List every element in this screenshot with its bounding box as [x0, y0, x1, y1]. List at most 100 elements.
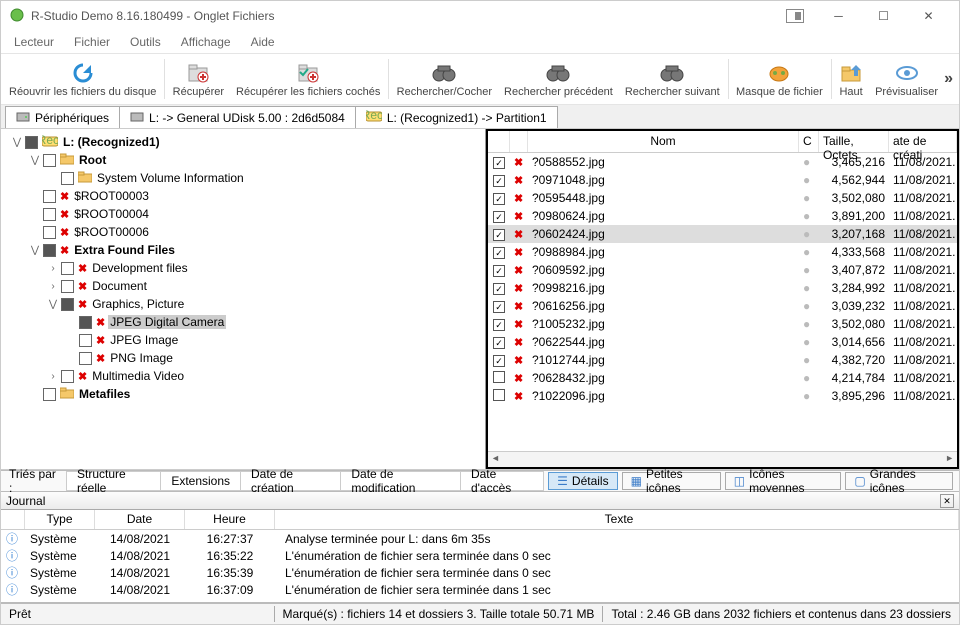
- tree-twisty[interactable]: ⋁: [27, 155, 43, 166]
- tree-checkbox[interactable]: [79, 316, 92, 329]
- menu-lecteur[interactable]: Lecteur: [4, 32, 64, 52]
- file-checkbox[interactable]: ✓: [493, 319, 505, 331]
- file-checkbox[interactable]: [493, 389, 505, 401]
- minimize-button[interactable]: ─: [816, 1, 861, 31]
- tree-node[interactable]: ✖$ROOT00006: [3, 223, 483, 241]
- panel-layout-icon[interactable]: [786, 9, 804, 23]
- file-checkbox[interactable]: ✓: [493, 193, 505, 205]
- file-row[interactable]: ✓✖?0971048.jpg●4,562,94411/08/2021.: [488, 171, 957, 189]
- tree-twisty[interactable]: ›: [45, 263, 61, 274]
- tree-node[interactable]: ✖JPEG Image: [3, 331, 483, 349]
- tree-checkbox[interactable]: [43, 154, 56, 167]
- file-row[interactable]: ✓✖?0588552.jpg●3,465,21611/08/2021.: [488, 153, 957, 171]
- file-checkbox[interactable]: ✓: [493, 211, 505, 223]
- tree-twisty[interactable]: ⋁: [27, 245, 43, 256]
- sort-button[interactable]: Date de modification: [340, 471, 461, 491]
- tree-node[interactable]: System Volume Information: [3, 169, 483, 187]
- tree-node[interactable]: ⋁✖Extra Found Files: [3, 241, 483, 259]
- sort-button[interactable]: Structure réelle: [66, 471, 161, 491]
- view-button-détails[interactable]: ☰Détails: [548, 472, 617, 490]
- file-row[interactable]: ✓✖?0622544.jpg●3,014,65611/08/2021.: [488, 333, 957, 351]
- tree-checkbox[interactable]: [61, 280, 74, 293]
- sort-button[interactable]: Date d'accès: [460, 471, 544, 491]
- tree-checkbox[interactable]: [43, 244, 56, 257]
- col-status[interactable]: C: [799, 131, 819, 152]
- journal-row[interactable]: ⓘSystème14/08/202116:37:09L'énumération …: [1, 581, 959, 598]
- file-checkbox[interactable]: [493, 371, 505, 383]
- tree-node[interactable]: ✖PNG Image: [3, 349, 483, 367]
- jcol-date[interactable]: Date: [95, 510, 185, 529]
- file-row[interactable]: ✖?1022096.jpg●3,895,29611/08/2021.: [488, 387, 957, 405]
- file-row[interactable]: ✓✖?1005232.jpg●3,502,08011/08/2021.: [488, 315, 957, 333]
- toolbar-up-button[interactable]: Haut: [833, 55, 869, 103]
- view-button-petites-icônes[interactable]: ▦Petites icônes: [622, 472, 721, 490]
- file-checkbox[interactable]: ✓: [493, 229, 505, 241]
- sort-button[interactable]: Date de création: [240, 471, 341, 491]
- jcol-time[interactable]: Heure: [185, 510, 275, 529]
- journal-row[interactable]: ⓘSystème14/08/202116:27:37Analyse termin…: [1, 530, 959, 547]
- file-row[interactable]: ✓✖?0616256.jpg●3,039,23211/08/2021.: [488, 297, 957, 315]
- journal-row[interactable]: ⓘSystème14/08/202116:35:39L'énumération …: [1, 564, 959, 581]
- file-checkbox[interactable]: ✓: [493, 157, 505, 169]
- tree-node[interactable]: ✖$ROOT00003: [3, 187, 483, 205]
- tree-node[interactable]: ›✖Document: [3, 277, 483, 295]
- tree-node[interactable]: ⋁✖Graphics, Picture: [3, 295, 483, 313]
- journal-close-button[interactable]: ✕: [940, 494, 954, 508]
- toolbar-overflow-button[interactable]: »: [944, 70, 953, 88]
- file-list-body[interactable]: ✓✖?0588552.jpg●3,465,21611/08/2021.✓✖?09…: [488, 153, 957, 451]
- tree-checkbox[interactable]: [61, 262, 74, 275]
- file-row[interactable]: ✓✖?0602424.jpg●3,207,16811/08/2021.: [488, 225, 957, 243]
- close-button[interactable]: ✕: [906, 1, 951, 31]
- toolbar-recoverchk-button[interactable]: Récupérer les fichiers cochés: [230, 55, 386, 103]
- tree-node[interactable]: ⋁Rec.L: (Recognized1): [3, 133, 483, 151]
- tree-twisty[interactable]: ›: [45, 281, 61, 292]
- file-list-header[interactable]: Nom C Taille, Octets ate de créati: [488, 131, 957, 153]
- toolbar-reopen-button[interactable]: Réouvrir les fichiers du disque: [3, 55, 162, 103]
- col-size[interactable]: Taille, Octets: [819, 131, 889, 152]
- tree-checkbox[interactable]: [43, 190, 56, 203]
- tree-checkbox[interactable]: [79, 334, 92, 347]
- journal-body[interactable]: ⓘSystème14/08/202116:27:37Analyse termin…: [1, 530, 959, 598]
- tree-checkbox[interactable]: [61, 298, 74, 311]
- tree-node[interactable]: ›✖Development files: [3, 259, 483, 277]
- folder-tree[interactable]: ⋁Rec.L: (Recognized1)⋁RootSystem Volume …: [1, 129, 486, 469]
- col-name[interactable]: Nom: [528, 131, 799, 152]
- tab-2[interactable]: Rec.L: (Recognized1) -> Partition1: [355, 106, 558, 128]
- file-row[interactable]: ✓✖?1012744.jpg●4,382,72011/08/2021.: [488, 351, 957, 369]
- toolbar-recover-button[interactable]: Récupérer: [167, 55, 230, 103]
- journal-header[interactable]: Type Date Heure Texte: [1, 510, 959, 530]
- tree-node[interactable]: ›✖Multimedia Video: [3, 367, 483, 385]
- tree-twisty[interactable]: ⋁: [45, 299, 61, 310]
- tree-checkbox[interactable]: [43, 388, 56, 401]
- tree-checkbox[interactable]: [43, 208, 56, 221]
- view-button-grandes-icônes[interactable]: ▢Grandes icônes: [845, 472, 953, 490]
- menu-affichage[interactable]: Affichage: [171, 32, 241, 52]
- horizontal-scrollbar[interactable]: [488, 451, 957, 467]
- file-checkbox[interactable]: ✓: [493, 175, 505, 187]
- menu-aide[interactable]: Aide: [241, 32, 285, 52]
- file-row[interactable]: ✓✖?0998216.jpg●3,284,99211/08/2021.: [488, 279, 957, 297]
- journal-row[interactable]: ⓘSystème14/08/202116:35:22L'énumération …: [1, 547, 959, 564]
- file-checkbox[interactable]: ✓: [493, 265, 505, 277]
- tree-twisty[interactable]: ›: [45, 371, 61, 382]
- file-row[interactable]: ✓✖?0988984.jpg●4,333,56811/08/2021.: [488, 243, 957, 261]
- toolbar-findprev-button[interactable]: Rechercher précédent: [498, 55, 619, 103]
- file-checkbox[interactable]: ✓: [493, 301, 505, 313]
- file-row[interactable]: ✓✖?0980624.jpg●3,891,20011/08/2021.: [488, 207, 957, 225]
- toolbar-findnext-button[interactable]: Rechercher suivant: [619, 55, 726, 103]
- file-row[interactable]: ✓✖?0609592.jpg●3,407,87211/08/2021.: [488, 261, 957, 279]
- file-row[interactable]: ✓✖?0595448.jpg●3,502,08011/08/2021.: [488, 189, 957, 207]
- maximize-button[interactable]: ☐: [861, 1, 906, 31]
- jcol-type[interactable]: Type: [25, 510, 95, 529]
- tree-twisty[interactable]: ⋁: [9, 137, 25, 148]
- col-date[interactable]: ate de créati: [889, 131, 957, 152]
- file-checkbox[interactable]: ✓: [493, 247, 505, 259]
- tab-1[interactable]: L: -> General UDisk 5.00 : 2d6d5084: [119, 106, 356, 128]
- tree-checkbox[interactable]: [79, 352, 92, 365]
- tab-0[interactable]: Périphériques: [5, 106, 120, 128]
- tree-checkbox[interactable]: [61, 370, 74, 383]
- jcol-text[interactable]: Texte: [275, 510, 959, 529]
- toolbar-findmark-button[interactable]: Rechercher/Cocher: [391, 55, 498, 103]
- toolbar-preview-button[interactable]: Prévisualiser: [869, 55, 944, 103]
- tree-node[interactable]: ⋁Root: [3, 151, 483, 169]
